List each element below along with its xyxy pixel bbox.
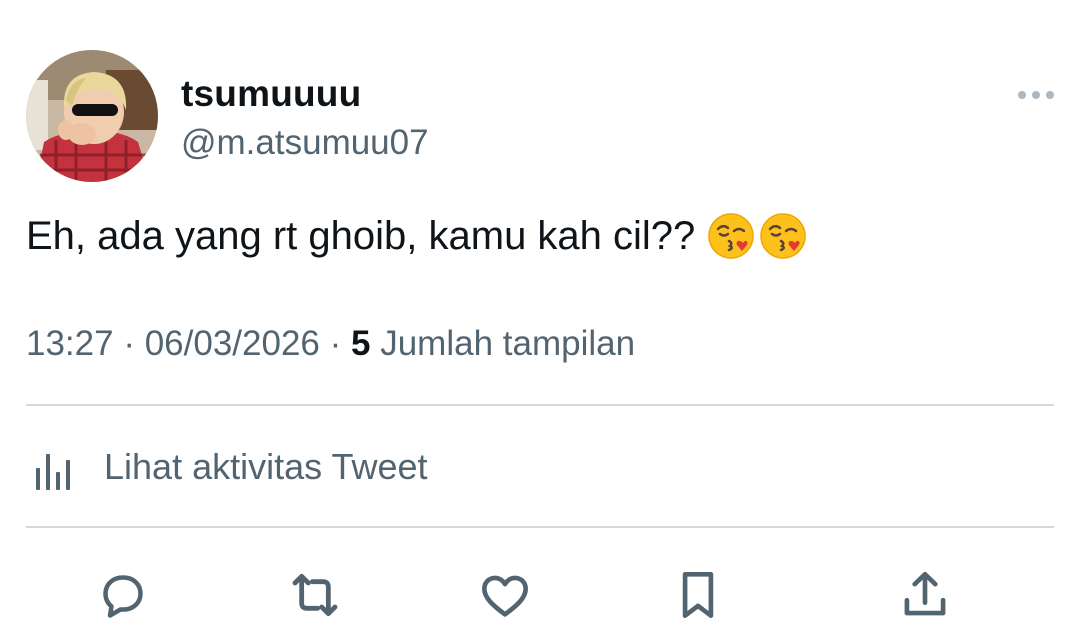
user-handle[interactable]: @m.atsumuu07	[181, 122, 429, 164]
face-blowing-kiss-icon	[708, 213, 755, 259]
action-bar	[0, 560, 1080, 630]
meta-separator: ·	[329, 324, 342, 363]
reply-icon	[103, 575, 143, 618]
activity-label: Lihat aktivitas Tweet	[104, 446, 428, 487]
tweet-text: Eh, ada yang rt ghoib, kamu kah cil??	[26, 210, 807, 262]
reply-button[interactable]	[88, 560, 158, 630]
meta-separator: ·	[123, 324, 135, 363]
divider	[26, 526, 1054, 528]
analytics-icon	[36, 454, 70, 490]
bookmark-icon	[682, 572, 714, 618]
views-label: Jumlah tampilan	[380, 324, 636, 363]
tweet-detail: tsumuuuu @m.atsumuu07 Eh, ada yang rt gh…	[0, 0, 1080, 637]
tweet-body: Eh, ada yang rt ghoib, kamu kah cil??	[26, 214, 696, 258]
retweet-icon	[292, 573, 338, 617]
tweet-date[interactable]: 06/03/2026	[145, 324, 320, 363]
more-options-button[interactable]	[1012, 80, 1060, 110]
tweet-meta: 13:27 · 06/03/2026 · 5 Jumlah tampilan	[26, 322, 635, 366]
display-name[interactable]: tsumuuuu	[181, 72, 361, 116]
tweet-time[interactable]: 13:27	[26, 324, 114, 363]
view-tweet-activity-link[interactable]: Lihat aktivitas Tweet	[26, 442, 428, 492]
like-icon	[482, 575, 528, 617]
retweet-button[interactable]	[280, 560, 350, 630]
tweet-emojis	[707, 212, 807, 260]
bookmark-button[interactable]	[663, 560, 733, 630]
avatar[interactable]	[26, 50, 158, 182]
like-button[interactable]	[470, 560, 540, 630]
views-count: 5	[351, 324, 371, 363]
face-blowing-kiss-icon	[760, 213, 807, 259]
share-button[interactable]	[890, 560, 960, 630]
more-icon	[1018, 91, 1054, 99]
share-icon	[904, 572, 946, 616]
divider	[26, 404, 1054, 406]
